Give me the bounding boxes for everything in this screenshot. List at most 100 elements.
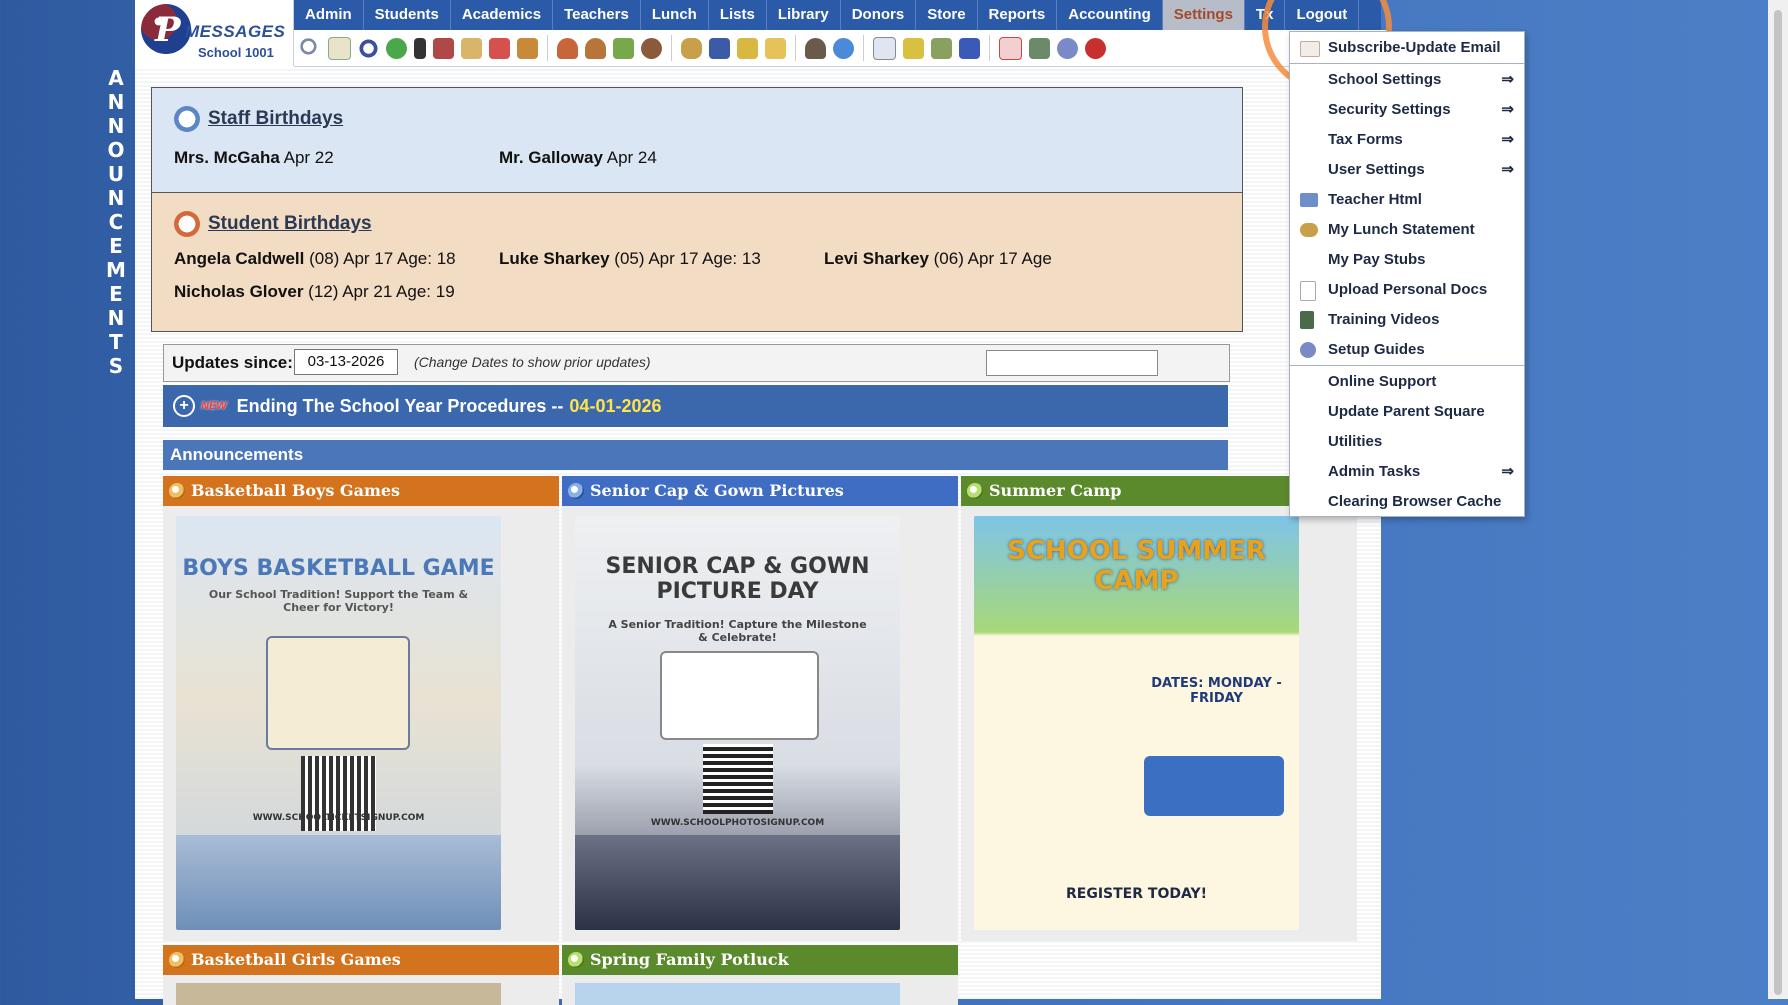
poster-image[interactable] [176, 983, 501, 1005]
student-birthday-detail: (08) Apr 17 Age: 18 [309, 249, 456, 268]
nav-academics[interactable]: Academics [451, 0, 554, 30]
card-header[interactable]: Basketball Girls Games [163, 945, 559, 975]
menu-item-label: Admin Tasks [1328, 463, 1421, 480]
teacher-icon[interactable] [585, 37, 606, 59]
nav-students[interactable]: Students [364, 0, 451, 30]
card-title[interactable]: Senior Cap & Gown Pictures [590, 476, 844, 506]
menu-item-training-videos[interactable]: Training Videos [1290, 306, 1524, 334]
card-title[interactable]: Summer Camp [989, 476, 1121, 506]
nav-library[interactable]: Library [767, 0, 841, 30]
basketball-poster-image[interactable]: BOYS BASKETBALL GAME Our School Traditio… [176, 516, 501, 930]
menu-item-label: Tax Forms [1328, 131, 1403, 148]
chat-icon[interactable] [386, 37, 407, 59]
card-body [562, 975, 958, 1005]
menu-item-upload-personal-docs[interactable]: Upload Personal Docs [1290, 276, 1524, 304]
menu-item-admin-tasks[interactable]: Admin Tasks ⇒ [1290, 458, 1524, 486]
nav-store[interactable]: Store [916, 0, 978, 30]
nav-lunch[interactable]: Lunch [641, 0, 709, 30]
card-icon[interactable] [903, 37, 924, 59]
calendar-icon[interactable] [489, 37, 510, 59]
update-banner[interactable]: + NEW Ending The School Year Procedures … [163, 385, 1228, 427]
menu-item-my-pay-stubs[interactable]: My Pay Stubs [1290, 246, 1524, 274]
nav-admin[interactable]: Admin [294, 0, 364, 30]
notebook-icon[interactable] [1029, 37, 1050, 59]
book-icon[interactable] [709, 37, 730, 59]
staff-birthdays-heading[interactable]: Staff Birthdays [174, 106, 343, 132]
card-title[interactable]: Spring Family Potluck [590, 945, 789, 975]
poster-image[interactable] [575, 983, 900, 1005]
app-logo[interactable]: P MESSAGES School 1001 [135, 0, 294, 66]
poster-title: BOYS BASKETBALL GAME [182, 556, 495, 581]
report-icon[interactable] [461, 37, 482, 59]
main-page: P MESSAGES School 1001 Admin Students Ac… [135, 0, 1525, 1005]
menu-item-user-settings[interactable]: User Settings ⇒ [1290, 156, 1524, 184]
card-header[interactable]: Basketball Boys Games [163, 476, 559, 506]
nav-reports[interactable]: Reports [978, 0, 1058, 30]
nav-settings[interactable]: Settings [1162, 0, 1245, 30]
grid-icon[interactable] [873, 36, 896, 60]
scrollbar-thumb[interactable] [1774, 10, 1782, 995]
staff-icon[interactable] [805, 37, 826, 59]
nav-accounting[interactable]: Accounting [1057, 0, 1163, 30]
card-title[interactable]: Basketball Girls Games [191, 945, 401, 975]
update-title[interactable]: Ending The School Year Procedures -- [237, 396, 564, 417]
nav-lists[interactable]: Lists [709, 0, 767, 30]
menu-item-subscribe-email[interactable]: Subscribe-Update Email [1290, 34, 1524, 62]
nav-teachers[interactable]: Teachers [553, 0, 641, 30]
student-birthday-entry: Levi Sharkey (06) Apr 17 Age [824, 249, 1052, 269]
update-date: 04-01-2026 [569, 395, 662, 416]
power-icon[interactable] [1085, 37, 1106, 59]
card-title[interactable]: Basketball Boys Games [191, 476, 400, 506]
card-body: SCHOOL SUMMER CAMP DATES: MONDAY - FRIDA… [961, 506, 1357, 941]
megaphone-icon[interactable] [433, 37, 454, 59]
mail-forward-icon[interactable] [765, 37, 786, 59]
menu-item-label: Utilities [1328, 433, 1383, 450]
card-header[interactable]: Spring Family Potluck [562, 945, 958, 975]
menu-item-online-support[interactable]: Online Support [1290, 368, 1524, 396]
help-icon[interactable] [1057, 37, 1078, 59]
student-birthdays-title[interactable]: Student Birthdays [208, 213, 372, 235]
student-birthday-detail: (12) Apr 21 Age: 19 [308, 282, 455, 301]
qr-code [703, 744, 773, 814]
menu-item-tax-forms[interactable]: Tax Forms ⇒ [1290, 126, 1524, 154]
search-icon[interactable] [300, 37, 321, 59]
menu-item-update-parent-square[interactable]: Update Parent Square [1290, 398, 1524, 426]
at-email-icon[interactable] [358, 37, 379, 59]
menu-item-utilities[interactable]: Utilities [1290, 428, 1524, 456]
phone-icon[interactable] [414, 37, 426, 59]
pdf-icon[interactable] [999, 36, 1022, 60]
menu-item-setup-guides[interactable]: Setup Guides [1290, 336, 1524, 364]
submenu-arrow-icon: ⇒ [1501, 101, 1514, 118]
help-icon [1300, 342, 1316, 358]
lunch-icon[interactable] [681, 37, 702, 59]
printer-icon[interactable] [931, 37, 952, 59]
updates-search-input[interactable] [986, 350, 1158, 376]
tag-icon[interactable] [737, 37, 758, 59]
clock-icon[interactable] [833, 37, 854, 59]
calendar-grid-icon[interactable] [328, 36, 351, 60]
menu-item-label: My Pay Stubs [1328, 251, 1426, 268]
eraser-icon[interactable] [613, 37, 634, 59]
cap-gown-poster-image[interactable]: SENIOR CAP & GOWN PICTURE DAY A Senior T… [575, 516, 900, 930]
schedule-panel [266, 636, 410, 750]
menu-item-school-settings[interactable]: School Settings ⇒ [1290, 66, 1524, 94]
group-icon[interactable] [641, 37, 662, 59]
announcement-card: Basketball Girls Games [163, 945, 559, 1005]
poster-title: SCHOOL SUMMER CAMP [1007, 536, 1266, 596]
announce-icon[interactable] [517, 37, 538, 59]
nav-donors[interactable]: Donors [841, 0, 917, 30]
card-header[interactable]: Senior Cap & Gown Pictures [562, 476, 958, 506]
settings-dropdown-menu: Subscribe-Update Email School Settings ⇒… [1289, 31, 1525, 517]
student-birthdays-heading[interactable]: Student Birthdays [174, 211, 372, 237]
menu-item-clearing-browser-cache[interactable]: Clearing Browser Cache [1290, 488, 1524, 516]
person-icon[interactable] [557, 37, 578, 59]
menu-item-security-settings[interactable]: Security Settings ⇒ [1290, 96, 1524, 124]
expand-plus-icon[interactable]: + [173, 395, 195, 417]
page-scrollbar[interactable] [1768, 0, 1788, 999]
menu-item-my-lunch-statement[interactable]: My Lunch Statement [1290, 216, 1524, 244]
staff-birthdays-title[interactable]: Staff Birthdays [208, 108, 343, 130]
updates-since-date-input[interactable]: 03-13-2026 [294, 349, 398, 375]
summer-camp-poster-image[interactable]: SCHOOL SUMMER CAMP DATES: MONDAY - FRIDA… [974, 516, 1299, 930]
ap-icon[interactable] [959, 37, 980, 59]
menu-item-teacher-html[interactable]: Teacher Html [1290, 186, 1524, 214]
